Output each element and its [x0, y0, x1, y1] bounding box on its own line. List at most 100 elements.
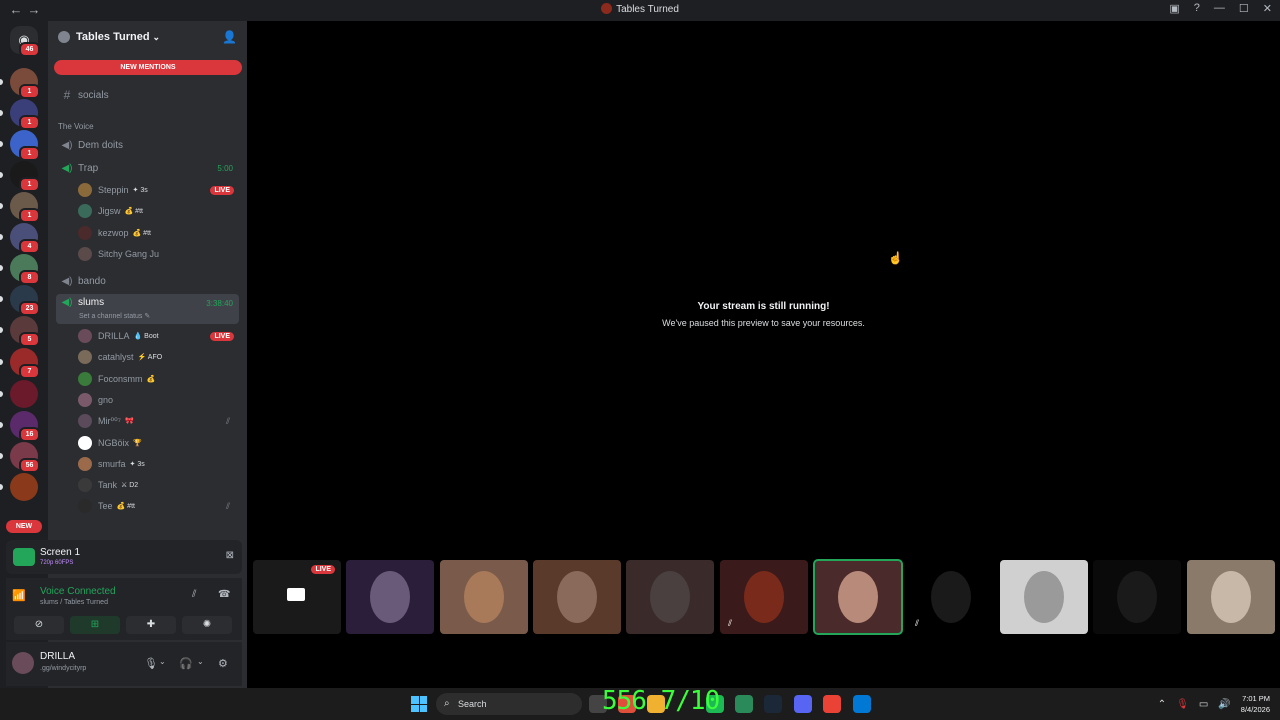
server-settings-icon	[58, 31, 70, 43]
server-header[interactable]: Tables Turned ⌄ 👤	[48, 21, 247, 53]
voice-user[interactable]: Steppin ✦ 3s LIVE	[78, 181, 238, 199]
channel-bando[interactable]: ◀) bando	[56, 271, 239, 291]
close-button[interactable]: ✕	[1263, 2, 1272, 15]
user-tag: 🏆	[133, 439, 142, 447]
voice-user[interactable]: catahlyst ⚡ AFO	[78, 348, 238, 366]
server-icon[interactable]: 23	[10, 285, 40, 316]
participant-tile[interactable]	[346, 560, 434, 634]
participant-tile[interactable]: ⫽	[907, 560, 995, 634]
unread-pill	[0, 265, 3, 271]
volume-icon[interactable]: 🔊	[1218, 699, 1230, 710]
edge-icon[interactable]	[853, 695, 871, 713]
server-icon[interactable]: 4	[10, 223, 40, 254]
camera-off-button[interactable]: ⊘	[14, 616, 64, 634]
headphones-icon[interactable]: 🎧	[179, 657, 193, 670]
screen-title: Screen 1	[40, 547, 81, 558]
server-icon[interactable]: 16	[10, 411, 40, 442]
inbox-icon[interactable]: ▣	[1169, 2, 1179, 15]
channel-trap[interactable]: ◀) Trap 5:00	[56, 158, 239, 178]
participant-tile[interactable]: ⫽	[720, 560, 808, 634]
unread-pill	[0, 79, 3, 85]
channel-slums[interactable]: ◀) slums 3:38:40 Set a channel status ✎	[56, 294, 239, 324]
noise-suppression-icon[interactable]: ⫽	[192, 589, 196, 600]
new-mentions-banner[interactable]: NEW MENTIONS	[54, 60, 242, 75]
direct-messages-button[interactable]: ◉ 46	[10, 26, 40, 57]
avatar	[78, 225, 92, 240]
avatar	[78, 204, 92, 219]
invite-people-icon[interactable]: 👤	[222, 30, 237, 44]
participant-tile[interactable]	[1187, 560, 1275, 634]
channel-dem-doits[interactable]: ◀) Dem doits	[56, 135, 239, 155]
microphone-icon[interactable]: 🎙	[1176, 699, 1189, 710]
maximize-button[interactable]: ☐	[1239, 2, 1249, 15]
voice-user[interactable]: DRILLA 💧 Boot LIVE	[78, 327, 238, 345]
server-icon[interactable]: 1	[10, 99, 40, 130]
mic-options-chevron-icon[interactable]: ⌄	[159, 657, 166, 666]
voice-user[interactable]: Mir⁰⁰⁷ 🎀 ⫽	[78, 412, 238, 430]
server-icon[interactable]: 8	[10, 254, 40, 285]
clock[interactable]: 7:01 PM 8/4/2026	[1241, 693, 1270, 715]
server-icon[interactable]	[10, 473, 38, 501]
help-icon[interactable]: ?	[1194, 2, 1200, 15]
server-icon[interactable]: 1	[10, 130, 40, 161]
chevron-up-icon[interactable]: ⌃	[1158, 699, 1166, 710]
server-icon[interactable]: 1	[10, 192, 40, 223]
participant-tile[interactable]	[1093, 560, 1181, 634]
avatar[interactable]	[12, 652, 34, 674]
stream-view[interactable]: Your stream is still running! We've paus…	[247, 21, 1280, 688]
user-tag: 💰 #tt	[116, 503, 135, 511]
network-icon[interactable]: ▭	[1199, 699, 1208, 710]
xbox-icon[interactable]	[735, 695, 753, 713]
voice-user[interactable]: Tee 💰 #tt ⫽	[78, 497, 238, 515]
participant-tile[interactable]	[626, 560, 714, 634]
channel-status-prompt[interactable]: Set a channel status ✎	[79, 312, 150, 320]
voice-user[interactable]: Sitchy Gang Ju	[78, 245, 238, 263]
voice-user[interactable]: Jigsw 💰 #tt	[78, 202, 238, 220]
chrome-icon[interactable]	[823, 695, 841, 713]
live-badge: LIVE	[210, 185, 234, 195]
participant-tile[interactable]	[813, 559, 903, 635]
screen-share-button[interactable]: ⊞	[70, 616, 120, 634]
new-badge[interactable]: NEW	[6, 520, 42, 533]
voice-user[interactable]: gno	[78, 391, 238, 409]
voice-user[interactable]: Tank ⚔ D2	[78, 476, 238, 494]
participant-tile[interactable]	[533, 560, 621, 634]
activities-button[interactable]: ✚	[126, 616, 176, 634]
taskbar-search[interactable]: ⌕ Search	[436, 693, 582, 715]
server-icon[interactable]: 56	[10, 442, 40, 473]
discord-icon[interactable]	[794, 695, 812, 713]
channel-socials[interactable]: # socials	[56, 85, 239, 105]
deafened-icon: ⫽	[225, 500, 230, 511]
audio-options-chevron-icon[interactable]: ⌄	[197, 657, 204, 666]
soundboard-button[interactable]: ✺	[182, 616, 232, 634]
voice-user[interactable]: Foconsmm 💰	[78, 370, 238, 388]
signal-icon[interactable]: 📶	[12, 589, 26, 602]
steam-icon[interactable]	[764, 695, 782, 713]
avatar	[78, 456, 92, 471]
server-icon[interactable]: 7	[10, 348, 40, 379]
voice-location[interactable]: slums / Tables Turned	[40, 599, 108, 606]
settings-gear-icon[interactable]: ⚙	[218, 657, 228, 670]
server-icon[interactable]: 5	[10, 316, 40, 347]
stop-stream-icon[interactable]: ⊠	[226, 550, 234, 561]
windows-start-icon[interactable]	[411, 696, 427, 712]
voice-user[interactable]: NGBöix 🏆	[78, 434, 238, 452]
participant-avatar	[1211, 571, 1251, 623]
window-title: Tables Turned	[0, 3, 1280, 15]
minimize-button[interactable]: —	[1214, 2, 1225, 15]
server-icon[interactable]: 1	[10, 161, 40, 192]
microphone-icon[interactable]: 🎙	[144, 657, 158, 670]
category-the-voice[interactable]: The Voice	[58, 122, 94, 131]
participant-tile[interactable]: LIVE	[253, 560, 341, 634]
user-name: Jigsw	[98, 206, 121, 217]
server-icon[interactable]	[10, 380, 38, 408]
category-name: The Voice	[58, 122, 94, 131]
voice-user[interactable]: kezwop 💰 #tt	[78, 224, 238, 242]
voice-status: Voice Connected	[40, 586, 116, 597]
participant-tile[interactable]	[1000, 560, 1088, 634]
voice-user[interactable]: smurfa ✦ 3s	[78, 455, 238, 473]
participant-tile[interactable]	[440, 560, 528, 634]
disconnect-icon[interactable]: ☎	[218, 589, 230, 600]
server-icon[interactable]: 1	[10, 68, 40, 99]
unread-pill	[0, 453, 3, 459]
